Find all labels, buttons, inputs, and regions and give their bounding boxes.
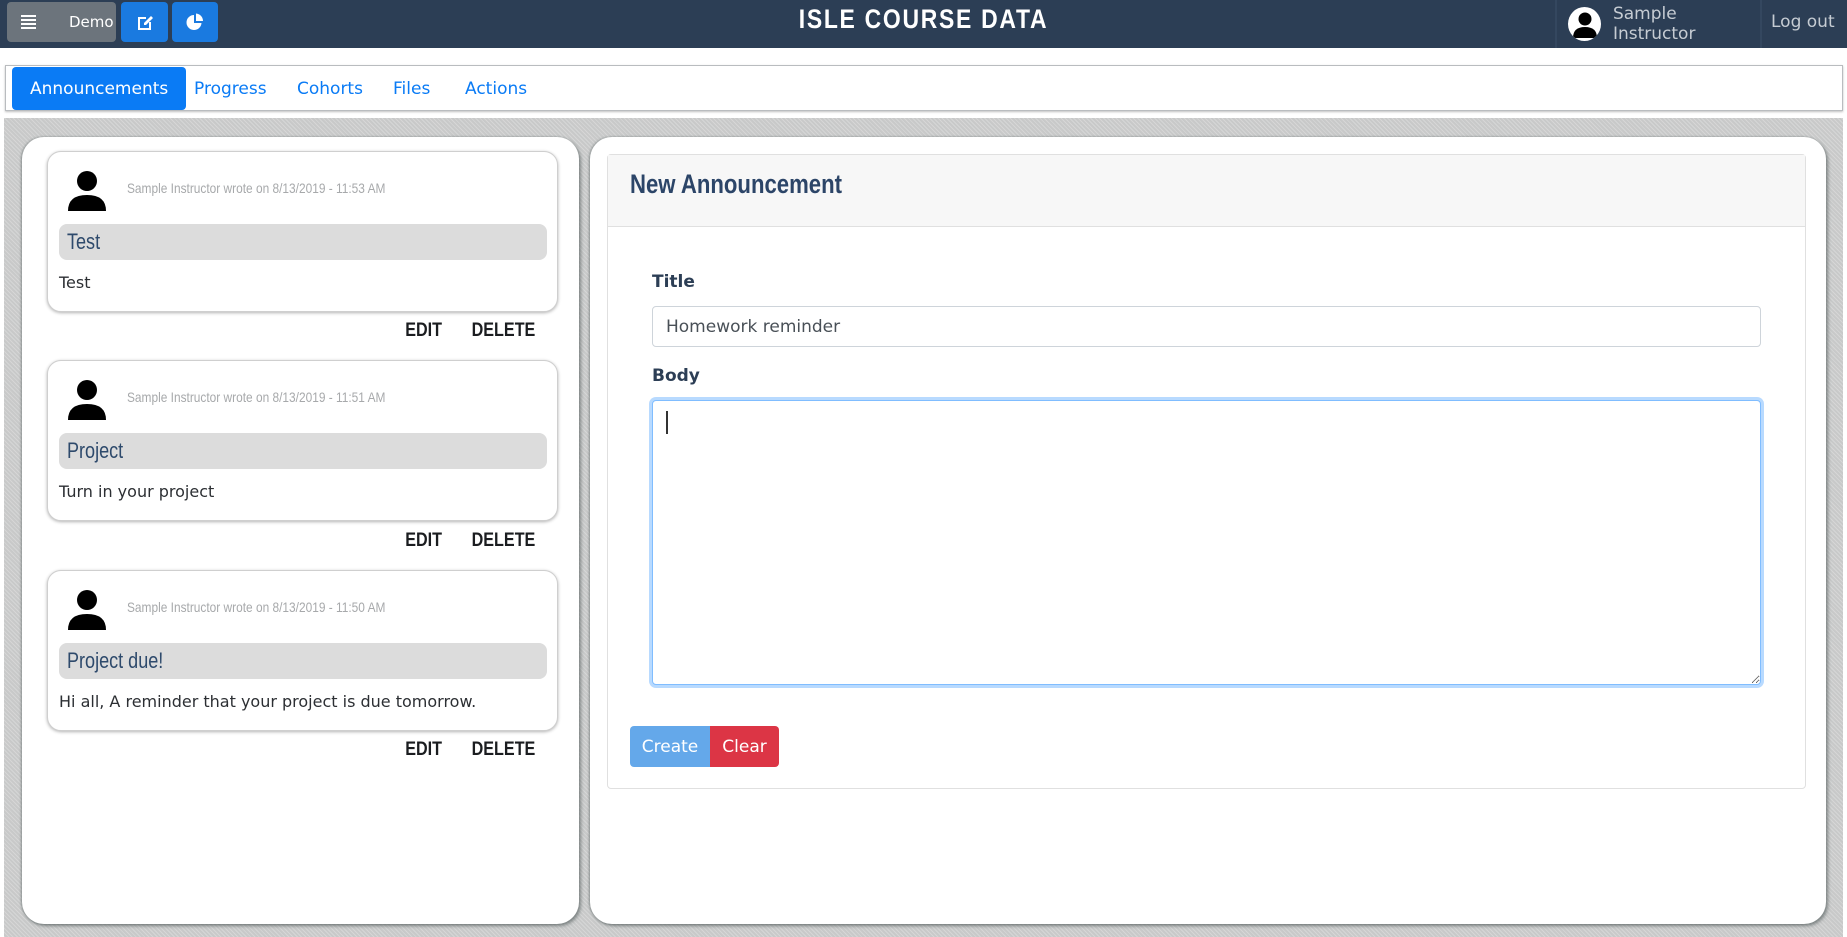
title-label: Title xyxy=(652,272,695,292)
delete-announcement-button[interactable]: DELETE xyxy=(472,739,536,761)
create-button[interactable]: Create xyxy=(630,726,710,767)
text-cursor xyxy=(666,411,668,434)
user-avatar-icon xyxy=(1568,7,1601,41)
main-content: Sample Instructor wrote on 8/13/2019 - 1… xyxy=(4,118,1843,937)
new-announcement-form: New Announcement Title Body Create Clear xyxy=(607,154,1806,789)
edit-announcement-button[interactable]: EDIT xyxy=(405,320,442,342)
form-heading: New Announcement xyxy=(630,169,842,199)
announcement-title: Test xyxy=(59,224,547,260)
clear-button[interactable]: Clear xyxy=(710,726,779,767)
form-header: New Announcement xyxy=(608,155,1805,227)
tab-files[interactable]: Files xyxy=(375,67,448,110)
announcement-title: Project xyxy=(59,433,547,469)
announcement-body: Test xyxy=(59,273,91,292)
top-navbar: Demo ISLE COURSE DATA Sample Instructor … xyxy=(0,0,1847,48)
title-input[interactable] xyxy=(652,306,1761,347)
announcement-title: Project due! xyxy=(59,643,547,679)
announcement-card: Sample Instructor wrote on 8/13/2019 - 1… xyxy=(47,151,558,312)
body-label: Body xyxy=(652,366,700,386)
delete-announcement-button[interactable]: DELETE xyxy=(472,320,536,342)
author-avatar-icon xyxy=(68,590,106,630)
announcement-meta: Sample Instructor wrote on 8/13/2019 - 1… xyxy=(127,599,386,615)
announcement-body: Hi all, A reminder that your project is … xyxy=(59,692,477,711)
delete-announcement-button[interactable]: DELETE xyxy=(472,530,536,552)
author-avatar-icon xyxy=(68,171,106,211)
announcement-actions: EDIT DELETE xyxy=(402,530,541,552)
logout-link[interactable]: Log out xyxy=(1771,12,1835,32)
tab-cohorts[interactable]: Cohorts xyxy=(279,67,381,110)
tab-actions[interactable]: Actions xyxy=(447,67,545,110)
announcement-card: Sample Instructor wrote on 8/13/2019 - 1… xyxy=(47,360,558,521)
announcement-actions: EDIT DELETE xyxy=(402,739,541,761)
edit-announcement-button[interactable]: EDIT xyxy=(405,530,442,552)
announcements-panel: Sample Instructor wrote on 8/13/2019 - 1… xyxy=(22,137,579,924)
app-title: ISLE COURSE DATA xyxy=(798,4,1049,34)
author-avatar-icon xyxy=(68,380,106,420)
tab-progress[interactable]: Progress xyxy=(176,67,285,110)
menu-icon xyxy=(21,15,36,29)
tab-announcements[interactable]: Announcements xyxy=(12,67,187,110)
tab-bar: Announcements Progress Cohorts Files Act… xyxy=(5,65,1843,111)
new-announcement-panel: New Announcement Title Body Create Clear xyxy=(590,137,1826,924)
body-textarea[interactable] xyxy=(652,400,1761,685)
user-profile[interactable]: Sample Instructor xyxy=(1555,0,1762,48)
edit-announcement-button[interactable]: EDIT xyxy=(405,739,442,761)
menu-button[interactable]: Demo xyxy=(7,2,116,42)
announcement-body: Turn in your project xyxy=(59,482,215,501)
announcement-meta: Sample Instructor wrote on 8/13/2019 - 1… xyxy=(127,180,386,196)
announcement-actions: EDIT DELETE xyxy=(402,320,541,342)
user-name: Sample Instructor xyxy=(1612,4,1696,44)
menu-button-label: Demo xyxy=(69,13,114,31)
announcement-card: Sample Instructor wrote on 8/13/2019 - 1… xyxy=(47,570,558,731)
announcement-meta: Sample Instructor wrote on 8/13/2019 - 1… xyxy=(127,389,386,405)
